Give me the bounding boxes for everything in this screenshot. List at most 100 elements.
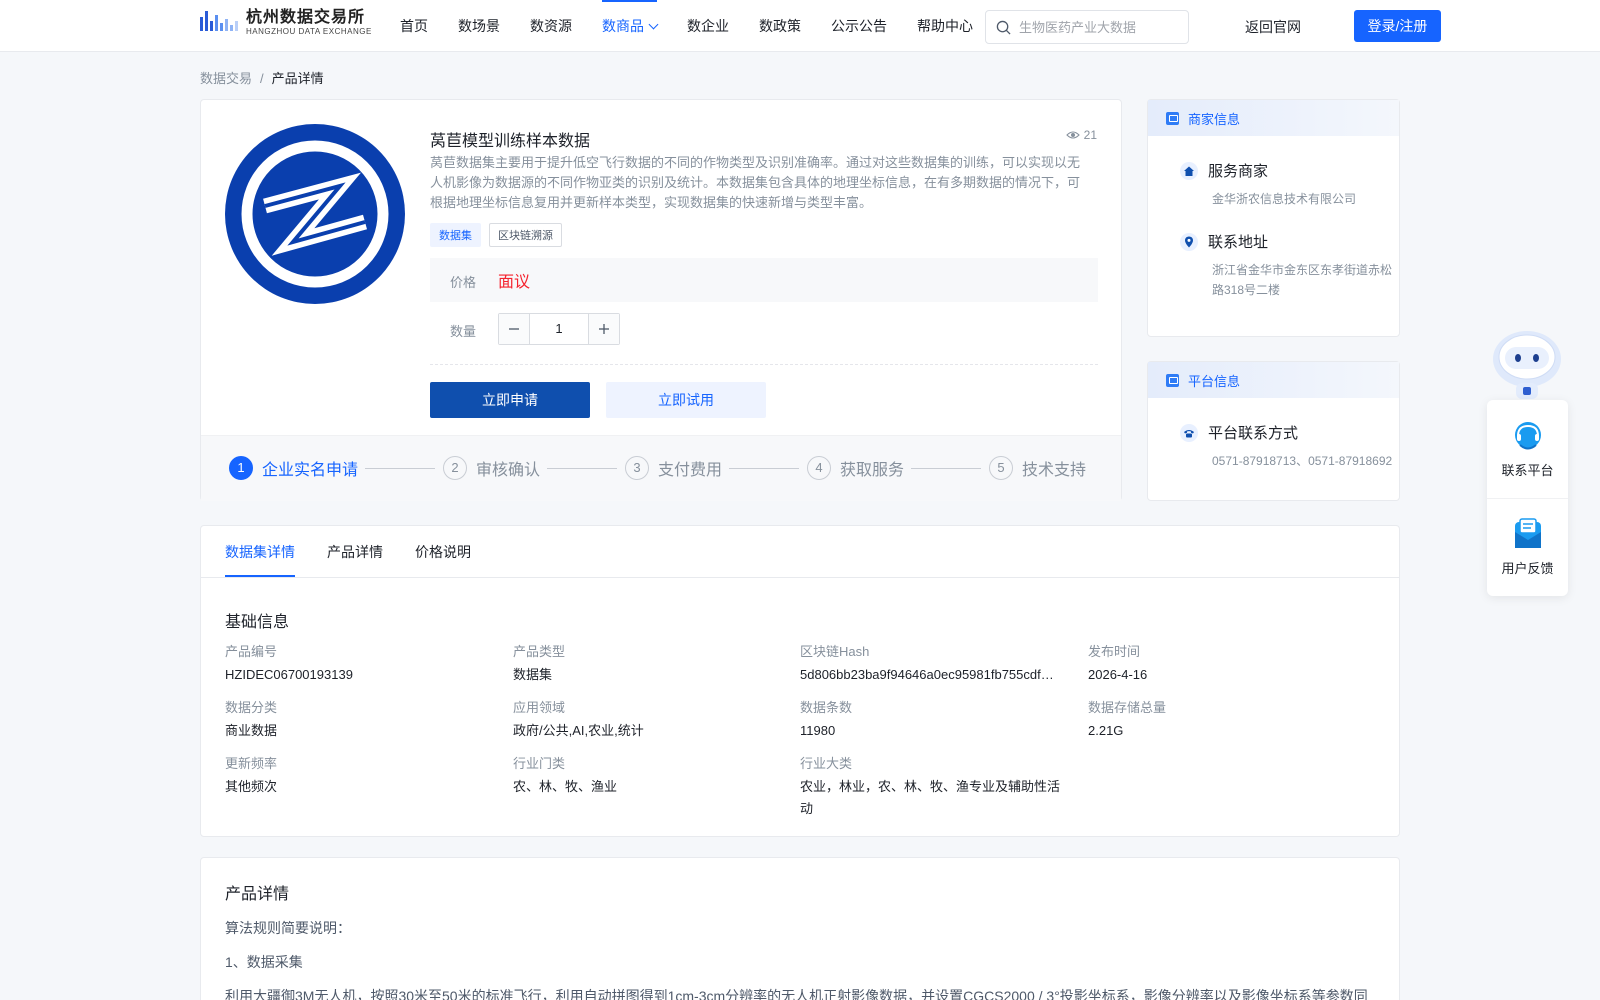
step-connector	[365, 468, 435, 469]
nav-home[interactable]: 首页	[400, 0, 428, 52]
headset-icon	[1514, 421, 1541, 449]
product-summary-card: 莴苣模型训练样本数据 21 莴苣数据集主要用于提升低空飞行数据的不同的作物类型及…	[200, 99, 1122, 501]
field-industry-division: 行业大类 农业，林业，农、林、牧、渔专业及辅助性活动	[800, 756, 1070, 820]
field-product-id: 产品编号 HZIDEC06700193139	[225, 644, 495, 686]
assistant-robot-icon[interactable]	[1488, 325, 1566, 399]
back-to-site-link[interactable]: 返回官网	[1245, 17, 1301, 37]
phone-icon	[1180, 423, 1198, 442]
tag-dataset: 数据集	[430, 223, 481, 247]
top-header: 杭州数据交易所 HANGZHOU DATA EXCHANGE 首页 数场景 数资…	[0, 0, 1600, 52]
product-detail-card: 产品详情 算法规则简要说明： 1、数据采集 利用大疆御3M无人机，按照30米至5…	[200, 857, 1400, 1000]
nav-enterprises[interactable]: 数企业	[687, 0, 729, 52]
field-label: 发布时间	[1088, 644, 1141, 659]
breadcrumb-current: 产品详情	[271, 71, 324, 86]
field-label: 产品编号	[225, 644, 278, 659]
merchant-info-title: 商家信息	[1188, 111, 1241, 127]
plus-icon	[599, 324, 609, 334]
field-label: 数据条数	[800, 700, 853, 715]
step-number: 3	[625, 456, 649, 480]
step-label: 获取服务	[840, 462, 905, 479]
merchant-info-header: 商家信息	[1148, 100, 1399, 136]
monitor-icon	[1166, 373, 1179, 387]
minus-icon	[509, 328, 519, 330]
tag-blockchain: 区块链溯源	[489, 223, 562, 247]
field-value: 2026-4-16	[1088, 667, 1148, 682]
logo-name-en: HANGZHOU DATA EXCHANGE	[246, 27, 372, 36]
data-collection-text: 利用大疆御3M无人机，按照30米至50米的标准飞行，利用自动拼图得到1cm-3c…	[225, 988, 1368, 1000]
data-collection-heading: 1、数据采集	[225, 954, 303, 970]
field-label: 数据存储总量	[1088, 700, 1167, 715]
field-value: 2.21G	[1088, 723, 1124, 738]
contact-platform-button[interactable]: 联系平台	[1487, 400, 1568, 498]
field-record-count: 数据条数 11980	[800, 700, 1070, 742]
site-logo[interactable]: 杭州数据交易所 HANGZHOU DATA EXCHANGE	[200, 9, 372, 37]
nav-products[interactable]: 数商品	[602, 0, 659, 52]
address-title: 联系地址	[1208, 234, 1269, 251]
nav-scenes[interactable]: 数场景	[458, 0, 500, 52]
field-label: 行业门类	[513, 756, 566, 771]
field-label: 区块链Hash	[800, 644, 870, 659]
tab-dataset-details[interactable]: 数据集详情	[225, 526, 295, 577]
product-tags: 数据集 区块链溯源	[430, 223, 570, 247]
step-number: 2	[443, 456, 467, 480]
step-number: 4	[807, 456, 831, 480]
step-label: 审核确认	[476, 462, 541, 479]
increment-button[interactable]	[588, 314, 619, 344]
step-4: 4 获取服务	[807, 456, 904, 480]
nav-resources[interactable]: 数资源	[530, 0, 572, 52]
service-merchant-title: 服务商家	[1208, 163, 1269, 180]
nav-help[interactable]: 帮助中心	[917, 0, 973, 52]
search-box	[985, 10, 1189, 44]
quantity-value[interactable]: 1	[530, 314, 588, 344]
field-value: 数据集	[513, 667, 553, 682]
field-value: HZIDEC06700193139	[225, 667, 353, 682]
field-value: 政府/公共,AI,农业,统计	[513, 723, 644, 738]
nav-announcements[interactable]: 公示公告	[831, 0, 887, 52]
quantity-label: 数量	[450, 324, 477, 339]
field-value: 其他频次	[225, 779, 278, 794]
step-connector	[911, 468, 981, 469]
chevron-down-icon	[648, 19, 659, 30]
location-pin-icon	[1180, 232, 1198, 251]
field-value: 农、林、牧、渔业	[513, 779, 618, 794]
tab-product-details[interactable]: 产品详情	[327, 526, 383, 577]
login-register-button[interactable]: 登录/注册	[1354, 10, 1441, 42]
contact-platform-label: 联系平台	[1501, 462, 1554, 478]
field-storage-size: 数据存储总量 2.21G	[1088, 700, 1358, 742]
platform-contact-value: 0571-87918713、0571-87918692	[1212, 454, 1393, 468]
algorithm-intro-text: 算法规则简要说明：	[225, 920, 351, 936]
step-5: 5 技术支持	[989, 456, 1086, 480]
nav-products-label: 数商品	[602, 18, 644, 34]
eye-icon	[1065, 131, 1080, 139]
details-tabs: 数据集详情 产品详情 价格说明	[201, 526, 1399, 578]
try-now-button[interactable]: 立即试用	[606, 382, 766, 418]
breadcrumb-root[interactable]: 数据交易	[200, 71, 252, 86]
apply-now-button[interactable]: 立即申请	[430, 382, 590, 418]
divider	[430, 364, 1098, 365]
step-number: 1	[229, 456, 253, 480]
product-description: 莴苣数据集主要用于提升低空飞行数据的不同的作物类型及识别准确率。通过对这些数据集…	[430, 155, 1081, 210]
platform-contact-row: 平台联系方式	[1180, 422, 1399, 443]
floating-service-bar: 联系平台 用户反馈	[1487, 400, 1568, 596]
nav-policies[interactable]: 数政策	[759, 0, 801, 52]
step-number: 5	[989, 456, 1013, 480]
decrement-button[interactable]	[499, 314, 530, 344]
shop-icon	[1166, 111, 1179, 125]
view-count: 21	[1065, 128, 1097, 142]
user-feedback-button[interactable]: 用户反馈	[1487, 498, 1568, 596]
field-value: 商业数据	[225, 723, 278, 738]
platform-info-panel: 平台信息 平台联系方式 0571-87918713、0571-87918692	[1147, 361, 1400, 501]
step-1: 1 企业实名申请	[229, 456, 358, 480]
product-title: 莴苣模型训练样本数据	[430, 133, 591, 150]
service-merchant-value: 金华浙农信息技术有限公司	[1212, 192, 1357, 206]
field-value: 5d806bb23ba9f94646a0ec95981fb755cdf…	[800, 667, 1054, 682]
search-icon[interactable]	[996, 20, 1011, 35]
field-label: 数据分类	[225, 700, 278, 715]
field-value: 农业，林业，农、林、牧、渔专业及辅助性活动	[800, 779, 1061, 816]
search-input[interactable]	[1019, 19, 1179, 35]
quantity-stepper: 1	[498, 313, 620, 345]
tab-price-info[interactable]: 价格说明	[415, 526, 471, 577]
price-label: 价格	[450, 275, 477, 290]
service-merchant-row: 服务商家	[1180, 160, 1399, 181]
field-industry-section: 行业门类 农、林、牧、渔业	[513, 756, 783, 798]
